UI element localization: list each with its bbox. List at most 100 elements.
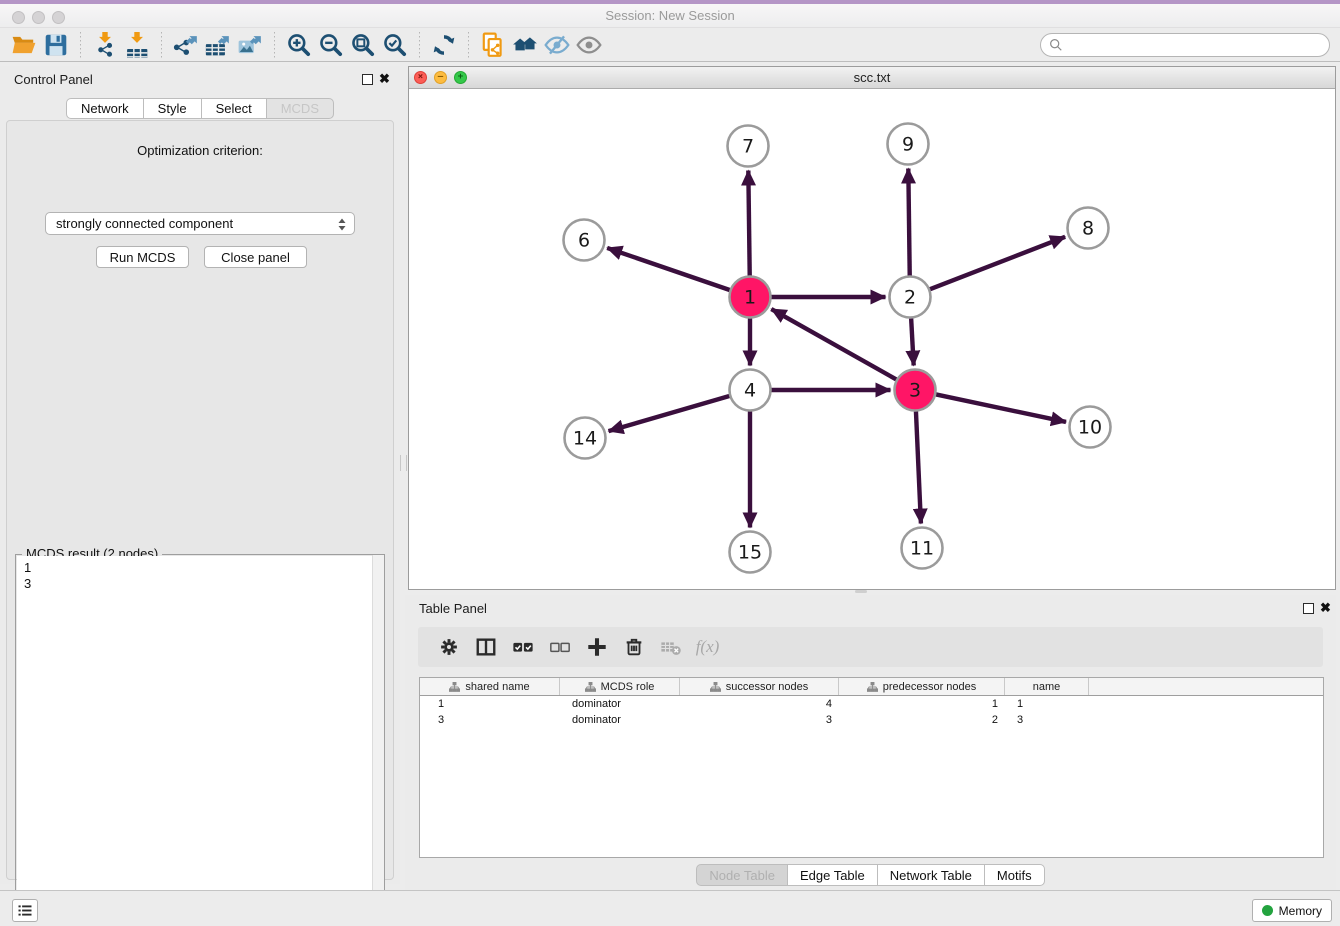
cell-shared-name[interactable]: 3	[420, 712, 560, 728]
show-eye-button[interactable]	[573, 31, 605, 59]
status-bar: Memory	[0, 890, 1340, 926]
zoom-selected-button[interactable]	[379, 31, 411, 59]
criterion-dropdown-value: strongly connected component	[56, 216, 233, 231]
delete-column-button[interactable]	[615, 632, 652, 662]
network-window-titlebar[interactable]: × – + scc.txt	[409, 67, 1335, 89]
edge-2-9[interactable]	[908, 168, 909, 275]
tab-edge-table[interactable]: Edge Table	[787, 864, 878, 886]
column-type-icon	[449, 682, 460, 692]
save-session-icon	[43, 32, 69, 58]
open-session-button[interactable]	[8, 31, 40, 59]
zoom-out-button[interactable]	[315, 31, 347, 59]
mcds-result-text[interactable]: 13	[17, 556, 383, 925]
tab-motifs[interactable]: Motifs	[984, 864, 1045, 886]
edge-3-10[interactable]	[936, 394, 1066, 421]
clone-network-icon	[480, 32, 506, 58]
edge-4-14[interactable]	[609, 396, 730, 431]
zoom-in-button[interactable]	[283, 31, 315, 59]
network-canvas[interactable]: 1234678910111415	[409, 89, 1335, 589]
settings-button[interactable]	[430, 632, 467, 662]
cell-MCDS-role[interactable]: dominator	[560, 712, 680, 728]
edge-3-1[interactable]	[771, 309, 896, 379]
deselect-all-icon	[549, 636, 571, 658]
edge-1-6[interactable]	[607, 248, 729, 290]
export-image-icon	[237, 32, 263, 58]
mcds-result-scrollbar[interactable]	[372, 555, 384, 926]
select-all-button[interactable]	[504, 632, 541, 662]
task-history-button[interactable]	[12, 899, 38, 922]
tab-mcds[interactable]: MCDS	[266, 98, 334, 119]
node-label-15: 15	[738, 542, 762, 564]
zoom-fit-button[interactable]	[347, 31, 379, 59]
search-input[interactable]	[1068, 38, 1321, 53]
tab-select[interactable]: Select	[201, 98, 267, 119]
node-label-3: 3	[909, 380, 921, 402]
node-label-9: 9	[902, 134, 914, 156]
tab-node-table[interactable]: Node Table	[696, 864, 788, 886]
optimization-criterion-label: Optimization criterion:	[7, 143, 393, 158]
destroy-column-button[interactable]	[652, 632, 689, 662]
column-header-shared-name[interactable]: shared name	[420, 678, 560, 695]
export-network-button[interactable]	[170, 31, 202, 59]
edge-1-7[interactable]	[748, 170, 749, 275]
vertical-splitter-handle[interactable]	[400, 455, 407, 471]
cell-name[interactable]: 3	[1005, 712, 1089, 728]
cell-shared-name[interactable]: 1	[420, 696, 560, 712]
column-header-predecessor-nodes[interactable]: predecessor nodes	[839, 678, 1005, 695]
edge-2-3[interactable]	[911, 318, 914, 365]
node-table-header-row: shared nameMCDS rolesuccessor nodesprede…	[420, 678, 1323, 696]
cell-name[interactable]: 1	[1005, 696, 1089, 712]
run-mcds-button[interactable]: Run MCDS	[96, 246, 189, 268]
toolbar-separator	[80, 32, 81, 58]
table-row[interactable]: 1dominator411	[420, 696, 1323, 712]
export-image-button[interactable]	[234, 31, 266, 59]
export-table-button[interactable]	[202, 31, 234, 59]
table-row[interactable]: 3dominator323	[420, 712, 1323, 728]
cell-successor-nodes[interactable]: 4	[680, 696, 839, 712]
save-session-button[interactable]	[40, 31, 72, 59]
column-header-successor-nodes[interactable]: successor nodes	[680, 678, 839, 695]
show-eye-icon	[576, 32, 602, 58]
function-builder-icon: f(x)	[696, 637, 720, 657]
deselect-all-button[interactable]	[541, 632, 578, 662]
cell-MCDS-role[interactable]: dominator	[560, 696, 680, 712]
add-column-button[interactable]	[578, 632, 615, 662]
toolbar-separator	[419, 32, 420, 58]
close-panel-button[interactable]: Close panel	[204, 246, 307, 268]
zoom-out-icon	[318, 32, 344, 58]
memory-button[interactable]: Memory	[1252, 899, 1332, 922]
column-header-MCDS-role[interactable]: MCDS role	[560, 678, 680, 695]
function-builder-button[interactable]: f(x)	[689, 632, 726, 662]
home-view-icon	[512, 32, 538, 58]
network-window-title: scc.txt	[409, 70, 1335, 85]
cell-predecessor-nodes[interactable]: 1	[839, 696, 1005, 712]
columns-icon	[475, 636, 497, 658]
import-table-button[interactable]	[121, 31, 153, 59]
horizontal-splitter-handle[interactable]	[855, 590, 867, 593]
import-network-button[interactable]	[89, 31, 121, 59]
table-panel-close-icon[interactable]: ✖	[1320, 600, 1331, 616]
home-view-button[interactable]	[509, 31, 541, 59]
edge-3-11[interactable]	[916, 411, 921, 523]
control-panel-tabs: NetworkStyleSelectMCDS	[0, 98, 400, 119]
column-header-name[interactable]: name	[1005, 678, 1089, 695]
table-panel-float-icon[interactable]	[1303, 603, 1314, 614]
tab-style[interactable]: Style	[143, 98, 202, 119]
control-panel-header: Control Panel ✖	[0, 66, 400, 94]
cell-successor-nodes[interactable]: 3	[680, 712, 839, 728]
columns-button[interactable]	[467, 632, 504, 662]
refresh-view-button[interactable]	[428, 31, 460, 59]
control-panel-float-icon[interactable]	[362, 74, 373, 85]
hide-eye-button[interactable]	[541, 31, 573, 59]
control-panel-close-icon[interactable]: ✖	[379, 71, 390, 87]
cell-predecessor-nodes[interactable]: 2	[839, 712, 1005, 728]
search-field[interactable]	[1040, 33, 1330, 57]
criterion-dropdown[interactable]: strongly connected component	[45, 212, 355, 235]
tab-network[interactable]: Network	[66, 98, 144, 119]
clone-network-button[interactable]	[477, 31, 509, 59]
column-type-icon	[710, 682, 721, 692]
mcds-result-line: 1	[24, 560, 383, 576]
tab-network-table[interactable]: Network Table	[877, 864, 985, 886]
table-panel-title: Table Panel	[419, 601, 487, 616]
edge-2-8[interactable]	[930, 237, 1065, 289]
